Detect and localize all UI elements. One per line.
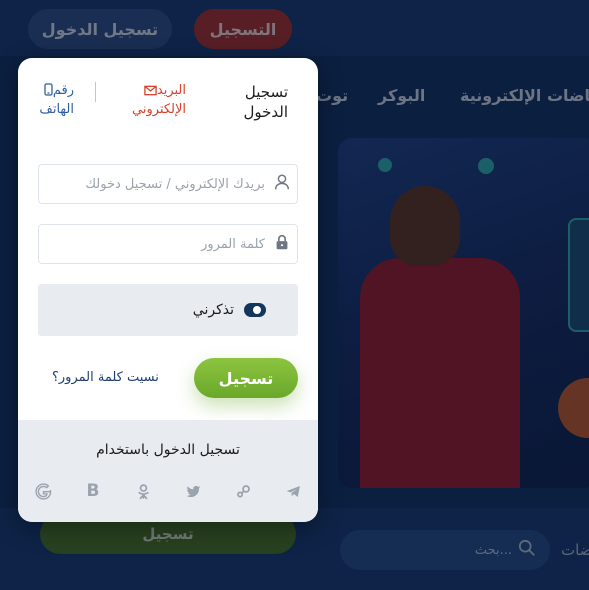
twitter-icon[interactable]: [182, 480, 204, 502]
login-header: تسجيل الدخول البريد الإلكتروني رقم الهات…: [18, 58, 318, 138]
tab-email[interactable]: البريد الإلكتروني: [112, 82, 186, 118]
blogger-icon[interactable]: B: [82, 480, 104, 502]
remember-me-toggle[interactable]: [244, 303, 266, 317]
remember-me-row[interactable]: تذكرني: [38, 284, 298, 336]
tab-divider: [95, 82, 96, 102]
password-field[interactable]: [38, 224, 298, 264]
tab-email-label: البريد الإلكتروني: [132, 83, 186, 117]
login-popup: تسجيل الدخول البريد الإلكتروني رقم الهات…: [18, 58, 318, 522]
social-icons-row: B: [32, 480, 304, 502]
remember-me-label: تذكرني: [192, 302, 234, 318]
user-icon: [273, 173, 291, 195]
email-login-input[interactable]: [63, 175, 267, 193]
phone-icon: [44, 83, 53, 101]
forgot-password-link[interactable]: نسيت كلمة المرور؟: [52, 370, 159, 385]
telegram-icon[interactable]: [282, 480, 304, 502]
envelope-icon: [144, 84, 157, 101]
login-title: تسجيل الدخول: [243, 83, 288, 121]
lock-icon: [273, 233, 291, 255]
social-login-title: تسجيل الدخول باستخدام: [96, 442, 240, 458]
social-login-section: تسجيل الدخول باستخدام B: [18, 420, 318, 522]
tab-phone[interactable]: رقم الهاتف: [24, 82, 74, 118]
password-input[interactable]: [63, 235, 267, 253]
login-submit-button[interactable]: تسجيل: [194, 358, 298, 398]
toggle-knob: [253, 306, 261, 314]
steam-icon[interactable]: [232, 480, 254, 502]
google-icon[interactable]: [32, 480, 54, 502]
odnoklassniki-icon[interactable]: [132, 480, 154, 502]
username-field[interactable]: [38, 164, 298, 204]
